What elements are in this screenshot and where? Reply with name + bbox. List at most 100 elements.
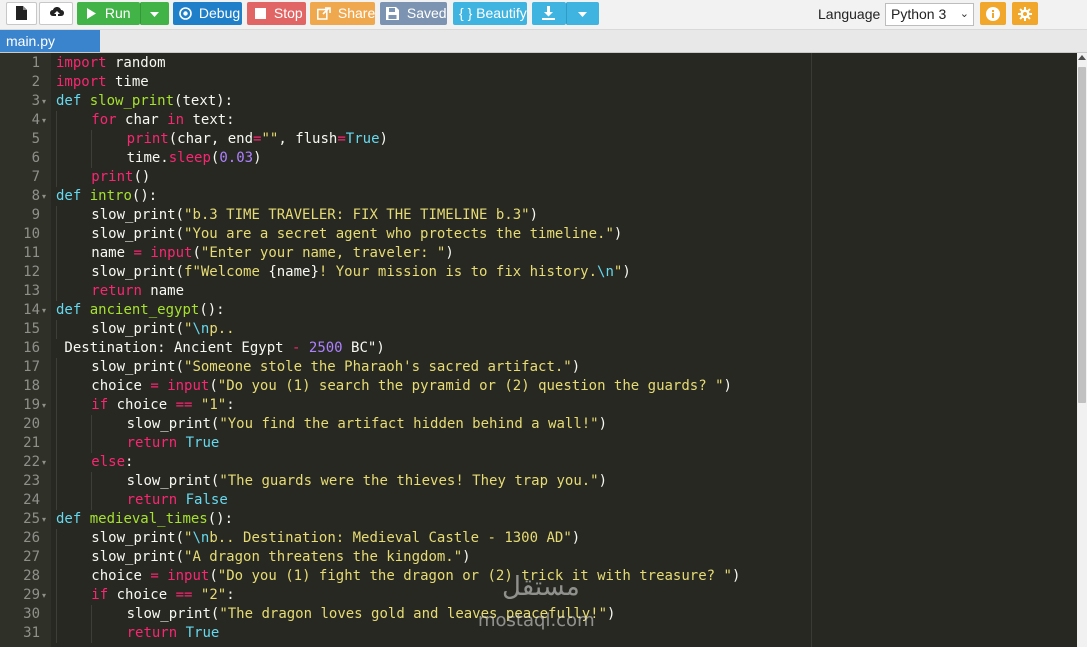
stop-button[interactable]: Stop xyxy=(247,2,306,25)
code-line[interactable]: import random xyxy=(56,54,166,73)
code-line[interactable]: if choice == "1": xyxy=(91,396,234,415)
code-token: ) xyxy=(731,568,741,584)
code-token: "A dragon threatens the kingdom." xyxy=(184,549,463,565)
code-line[interactable]: slow_print(f"Welcome {name}! Your missio… xyxy=(91,263,630,282)
line-number: 21 xyxy=(23,435,40,451)
indent-guide xyxy=(56,149,57,168)
code-line[interactable]: slow_print("The dragon loves gold and le… xyxy=(127,605,616,624)
code-line[interactable]: slow_print("A dragon threatens the kingd… xyxy=(91,548,470,567)
code-line[interactable]: def intro(): xyxy=(56,187,157,206)
settings-button[interactable] xyxy=(1012,2,1038,25)
line-number: 24 xyxy=(23,492,40,508)
save-button[interactable]: Saved xyxy=(380,2,447,25)
code-token: "You are a secret agent who protects the… xyxy=(184,226,614,242)
tab-main-py[interactable]: main.py xyxy=(0,30,100,52)
code-token: (): xyxy=(207,511,234,527)
fold-toggle-icon[interactable]: ▾ xyxy=(42,510,51,529)
run-options-dropdown[interactable] xyxy=(140,2,169,25)
code-line[interactable]: slow_print("b.3 TIME TRAVELER: FIX THE T… xyxy=(91,206,538,225)
code-editor[interactable]: 1 2 3 ▾ 4 ▾ 5 6 7 8 ▾ 9 10 11 12 13 14 ▾ 15 16 17 18 19 ▾ 20 21 22… xyxy=(0,53,1077,647)
code-token: choice xyxy=(91,378,151,394)
code-token: slow_print( xyxy=(91,207,185,223)
code-line[interactable]: print(char, end="", flush=True) xyxy=(127,130,388,149)
code-token: 2500 xyxy=(308,340,343,356)
line-number: 28 xyxy=(23,568,40,584)
code-token: ) xyxy=(598,416,608,432)
fold-toggle-icon[interactable]: ▾ xyxy=(42,187,51,206)
debug-button[interactable]: Debug xyxy=(173,2,242,25)
code-line[interactable]: slow_print("Someone stole the Pharaoh's … xyxy=(91,358,580,377)
code-line[interactable]: def ancient_egypt(): xyxy=(56,301,225,320)
scrollbar-thumb[interactable] xyxy=(1078,67,1086,403)
run-button[interactable]: Run xyxy=(77,2,140,25)
code-token: input xyxy=(167,378,210,394)
code-token: slow_print( xyxy=(126,416,220,432)
code-line[interactable]: for char in text: xyxy=(91,111,234,130)
line-number: 2 xyxy=(31,74,40,90)
code-token: def xyxy=(56,511,82,527)
code-line[interactable]: print() xyxy=(91,168,150,187)
code-line[interactable]: slow_print("The guards were the thieves!… xyxy=(127,472,607,491)
code-line[interactable]: slow_print("\nb.. Destination: Medieval … xyxy=(91,529,580,548)
code-line[interactable]: return name xyxy=(91,282,184,301)
scroll-up-icon[interactable] xyxy=(1078,55,1086,60)
code-line[interactable]: slow_print("You are a secret agent who p… xyxy=(91,225,622,244)
fold-toggle-icon[interactable]: ▾ xyxy=(42,92,51,111)
new-file-button[interactable] xyxy=(6,2,37,25)
code-line[interactable]: slow_print("You find the artifact hidden… xyxy=(127,415,607,434)
code-line[interactable]: choice = input("Do you (1) fight the dra… xyxy=(91,567,740,586)
line-number: 11 xyxy=(23,245,40,261)
code-area[interactable]: import random import time def slow_print(t… xyxy=(51,53,1077,647)
language-select[interactable]: Python 3 ⌄ xyxy=(885,3,974,26)
code-line[interactable]: else: xyxy=(91,453,133,472)
download-button[interactable] xyxy=(532,2,566,25)
code-token: for xyxy=(91,112,117,128)
fold-toggle-icon[interactable]: ▾ xyxy=(42,396,51,415)
code-line[interactable]: Destination: Ancient Egypt - 2500 BC") xyxy=(56,339,384,358)
beautify-button[interactable]: { } Beautify xyxy=(453,2,527,25)
indent-guide xyxy=(56,415,57,434)
code-line[interactable]: import time xyxy=(56,73,149,92)
share-label: Share xyxy=(337,5,376,21)
fold-toggle-icon[interactable]: ▾ xyxy=(42,111,51,130)
code-line[interactable]: def medieval_times(): xyxy=(56,510,233,529)
code-line[interactable]: return True xyxy=(127,624,220,643)
code-token: b.. Destination: Medieval Castle - 1300 … xyxy=(209,530,572,546)
code-token: False xyxy=(185,492,228,508)
code-token: (): xyxy=(131,188,158,204)
run-label: Run xyxy=(104,5,131,21)
code-token: ) xyxy=(613,226,623,242)
code-token: choice xyxy=(108,587,176,603)
code-token: else xyxy=(91,454,126,470)
indent-guide xyxy=(56,624,57,643)
fold-toggle-icon[interactable]: ▾ xyxy=(42,301,51,320)
code-line[interactable]: return False xyxy=(127,491,228,510)
indent-guide xyxy=(56,358,57,377)
save-icon xyxy=(386,7,399,20)
code-token: "Do you (1) fight the dragon or (2) tric… xyxy=(217,568,732,584)
code-line[interactable]: name = input("Enter your name, traveler:… xyxy=(91,244,454,263)
code-line[interactable]: def slow_print(text): xyxy=(56,92,233,111)
indent-guide xyxy=(56,472,57,491)
fold-toggle-icon[interactable]: ▾ xyxy=(42,453,51,472)
line-number: 10 xyxy=(23,226,40,242)
language-select-value: Python 3 xyxy=(891,6,947,22)
indent-guide xyxy=(91,605,93,624)
code-line[interactable]: slow_print("\np.. xyxy=(91,320,234,339)
download-options-dropdown[interactable] xyxy=(566,2,599,25)
fold-toggle-icon[interactable]: ▾ xyxy=(42,586,51,605)
upload-button[interactable] xyxy=(39,2,73,25)
code-line[interactable]: time.sleep(0.03) xyxy=(127,149,262,168)
code-token: if xyxy=(91,397,109,413)
file-tab-bar: main.py xyxy=(0,30,1087,53)
code-line[interactable]: return True xyxy=(127,434,220,453)
info-button[interactable] xyxy=(980,2,1006,25)
code-line[interactable]: if choice == "2": xyxy=(91,586,234,605)
chevron-down-icon: ⌄ xyxy=(959,8,969,20)
vertical-scrollbar[interactable] xyxy=(1077,53,1087,647)
share-button[interactable]: Share xyxy=(310,2,375,25)
code-line[interactable]: choice = input("Do you (1) search the py… xyxy=(91,377,732,396)
